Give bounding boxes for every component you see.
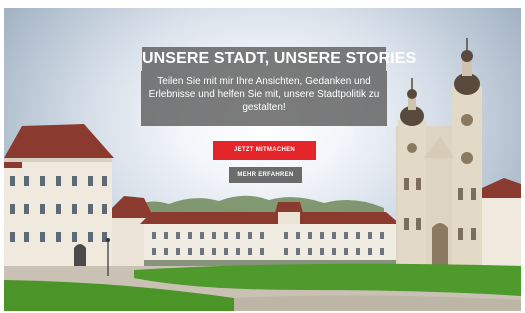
hero-section: UNSERE STADT, UNSERE STORIES Teilen Sie …	[4, 8, 521, 311]
jetzt-mitmachen-button[interactable]: JETZT MITMACHEN	[213, 141, 316, 160]
mehr-erfahren-button[interactable]: MEHR ERFAHREN	[229, 167, 302, 183]
hero-overlay: UNSERE STADT, UNSERE STORIES Teilen Sie …	[4, 8, 521, 311]
hero-subtext: Teilen Sie mit mir Ihre Ansichten, Gedan…	[141, 71, 387, 126]
hero-headline: UNSERE STADT, UNSERE STORIES	[142, 47, 416, 71]
